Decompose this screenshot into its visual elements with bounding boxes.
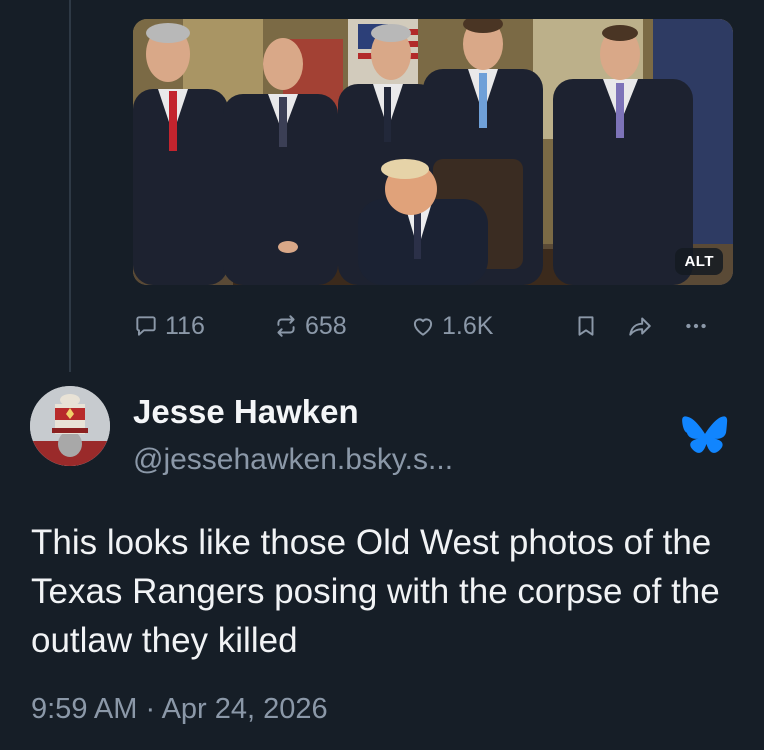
share-button[interactable] — [627, 308, 653, 344]
speech-bubble-icon — [136, 316, 156, 336]
avatar[interactable] — [30, 386, 110, 466]
post-timestamp[interactable]: 9:59 AM · Apr 24, 2026 — [31, 693, 328, 726]
bookmark-button[interactable] — [573, 308, 599, 344]
alt-text-badge[interactable]: ALT — [675, 248, 723, 275]
bookmark-icon — [578, 316, 594, 336]
more-dots-icon — [686, 323, 706, 329]
author-handle[interactable]: @jessehawken.bsky.s... — [133, 443, 453, 477]
more-options-button[interactable] — [683, 308, 709, 344]
reply-count: 116 — [165, 311, 205, 340]
post-image[interactable]: ALT — [133, 19, 733, 285]
repost-arrows-icon — [277, 315, 295, 337]
share-arrow-icon — [629, 317, 651, 336]
like-button[interactable]: 1.6K — [410, 308, 493, 344]
like-count: 1.6K — [442, 311, 494, 340]
thread-connector-line — [69, 0, 71, 372]
butterfly-icon — [682, 416, 728, 453]
post-body-text: This looks like those Old West photos of… — [31, 523, 720, 660]
author-display-name[interactable]: Jesse Hawken — [133, 393, 359, 431]
repost-button[interactable]: 658 — [273, 308, 347, 344]
reply-button[interactable]: 116 — [133, 308, 205, 344]
post-action-bar: 116 658 1.6K — [133, 308, 733, 344]
heart-icon — [413, 318, 433, 336]
photo-illustration — [133, 19, 733, 285]
avatar-image — [30, 386, 110, 466]
repost-count: 658 — [305, 311, 347, 340]
